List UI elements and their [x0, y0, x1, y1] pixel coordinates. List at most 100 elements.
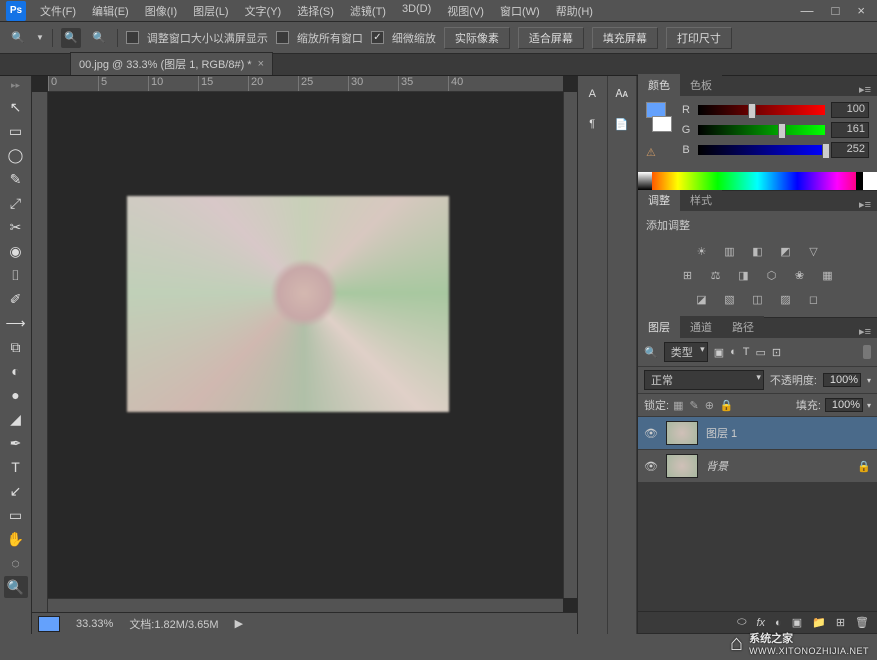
lasso-tool[interactable]: ◯ — [4, 144, 28, 166]
dropdown-icon[interactable]: ▼ — [36, 33, 44, 42]
brush-tool[interactable]: ⌷ — [4, 264, 28, 286]
layer-mask-icon[interactable]: ◐ — [775, 617, 782, 629]
eraser-tool[interactable]: ⧉ — [4, 336, 28, 358]
history-brush-tool[interactable]: ⟶ — [4, 312, 28, 334]
threshold-icon[interactable]: ◫ — [749, 291, 767, 307]
menu-file[interactable]: 文件(F) — [32, 0, 84, 22]
visibility-icon[interactable]: 👁 — [644, 427, 658, 440]
layer-fx-icon[interactable]: fx — [756, 617, 765, 629]
channel-mixer-icon[interactable]: ❀ — [791, 267, 809, 283]
zoom-tool[interactable]: 🔍 — [4, 576, 28, 598]
filter-type-icon[interactable]: T — [743, 346, 750, 358]
layer-name[interactable]: 图层 1 — [706, 425, 737, 441]
stamp-tool[interactable]: ✐ — [4, 288, 28, 310]
heal-tool[interactable]: ◉ — [4, 240, 28, 262]
tab-close-icon[interactable]: × — [258, 58, 264, 70]
filter-smart-icon[interactable]: ⊡ — [772, 346, 781, 359]
zoom-out-icon[interactable]: 🔍 — [89, 28, 109, 48]
delete-layer-icon[interactable]: 🗑 — [855, 616, 869, 629]
zoom-all-checkbox[interactable] — [276, 31, 289, 44]
curves-icon[interactable]: ◧ — [749, 243, 767, 259]
visibility-icon[interactable]: 👁 — [644, 460, 658, 473]
layer-item-1[interactable]: 👁 图层 1 — [638, 417, 877, 450]
adjustment-layer-icon[interactable]: ▣ — [792, 616, 802, 629]
wand-tool[interactable]: ✎ — [4, 168, 28, 190]
filter-toggle[interactable] — [863, 345, 871, 359]
g-slider[interactable] — [698, 125, 825, 135]
type-tool[interactable]: T — [4, 456, 28, 478]
menu-window[interactable]: 窗口(W) — [492, 0, 548, 22]
actual-pixels-button[interactable]: 实际像素 — [444, 27, 510, 49]
filter-kind-dropdown[interactable]: 类型 — [664, 342, 708, 362]
layer-thumbnail[interactable] — [666, 421, 698, 445]
menu-layer[interactable]: 图层(L) — [185, 0, 236, 22]
resize-fit-checkbox[interactable] — [126, 31, 139, 44]
document-canvas[interactable] — [127, 196, 449, 412]
menu-filter[interactable]: 滤镜(T) — [342, 0, 394, 22]
status-arrow-icon[interactable]: ▶ — [235, 617, 243, 630]
background-color-swatch[interactable] — [652, 116, 672, 132]
gradient-map-icon[interactable]: ▨ — [777, 291, 795, 307]
scrubby-checkbox[interactable] — [371, 31, 384, 44]
dodge-tool[interactable]: ◢ — [4, 408, 28, 430]
character-panel-icon[interactable]: A — [582, 84, 602, 104]
layer-item-bg[interactable]: 👁 背景 🔒 — [638, 450, 877, 483]
filter-shape-icon[interactable]: ▭ — [756, 346, 766, 359]
tab-channels[interactable]: 通道 — [680, 316, 722, 338]
path-tool[interactable]: ↙ — [4, 480, 28, 502]
hue-icon[interactable]: ⊞ — [679, 267, 697, 283]
panel-menu-icon[interactable]: ▸≡ — [853, 198, 877, 211]
shape-tool[interactable]: ▭ — [4, 504, 28, 526]
crop-tool[interactable]: ⤢ — [4, 192, 28, 214]
doc-info[interactable]: 文档:1.82M/3.65M — [129, 616, 218, 632]
vibrance-icon[interactable]: ▽ — [805, 243, 823, 259]
menu-help[interactable]: 帮助(H) — [548, 0, 601, 22]
b-value[interactable]: 252 — [831, 142, 869, 158]
layer-name[interactable]: 背景 — [706, 458, 728, 474]
maximize-icon[interactable]: □ — [832, 3, 840, 18]
lookup-icon[interactable]: ▦ — [819, 267, 837, 283]
lock-all-icon[interactable]: 🔒 — [720, 399, 734, 412]
para-styles-icon[interactable]: 📄 — [612, 114, 632, 134]
marquee-tool[interactable]: ▭ — [4, 120, 28, 142]
r-value[interactable]: 100 — [831, 102, 869, 118]
print-size-button[interactable]: 打印尺寸 — [666, 27, 732, 49]
layer-thumbnail[interactable] — [666, 454, 698, 478]
b-slider[interactable] — [698, 145, 825, 155]
opacity-arrow-icon[interactable]: ▾ — [867, 376, 871, 385]
gamut-warning-icon[interactable]: ⚠ — [646, 146, 658, 158]
tab-adjustments[interactable]: 调整 — [638, 189, 680, 211]
lock-transparency-icon[interactable]: ▦ — [673, 399, 683, 412]
close-icon[interactable]: × — [857, 3, 865, 18]
blend-mode-dropdown[interactable]: 正常 — [644, 370, 764, 390]
opacity-input[interactable] — [823, 373, 861, 387]
invert-icon[interactable]: ◪ — [693, 291, 711, 307]
balance-icon[interactable]: ⚖ — [707, 267, 725, 283]
scrollbar-vertical[interactable] — [563, 92, 577, 598]
panel-menu-icon[interactable]: ▸≡ — [853, 83, 877, 96]
zoom-level[interactable]: 33.33% — [76, 618, 113, 630]
layers-empty-area[interactable] — [638, 483, 877, 611]
eyedropper-tool[interactable]: ✂ — [4, 216, 28, 238]
scrollbar-horizontal[interactable] — [48, 598, 563, 612]
tab-color[interactable]: 颜色 — [638, 74, 680, 96]
fill-screen-button[interactable]: 填充屏幕 — [592, 27, 658, 49]
filter-pixel-icon[interactable]: ▣ — [714, 346, 724, 359]
lock-position-icon[interactable]: ⊕ — [705, 399, 714, 412]
bw-icon[interactable]: ◨ — [735, 267, 753, 283]
menu-3d[interactable]: 3D(D) — [394, 0, 439, 22]
ruler-horizontal[interactable]: 0 5 10 15 20 25 30 35 40 — [48, 76, 563, 92]
zoom-tool-icon[interactable]: 🔍 — [8, 28, 28, 48]
fg-bg-swatches[interactable]: ⚠ — [646, 102, 672, 162]
panel-menu-icon[interactable]: ▸≡ — [853, 325, 877, 338]
fill-arrow-icon[interactable]: ▾ — [867, 401, 871, 410]
menu-view[interactable]: 视图(V) — [439, 0, 492, 22]
r-slider[interactable] — [698, 105, 825, 115]
gradient-tool[interactable]: ◐ — [4, 360, 28, 382]
tab-styles[interactable]: 样式 — [680, 189, 722, 211]
tab-paths[interactable]: 路径 — [722, 316, 764, 338]
toolbox-collapse-icon[interactable]: ▸▸ — [11, 80, 20, 91]
exposure-icon[interactable]: ◩ — [777, 243, 795, 259]
link-layers-icon[interactable]: ⬭ — [737, 616, 746, 629]
g-value[interactable]: 161 — [831, 122, 869, 138]
